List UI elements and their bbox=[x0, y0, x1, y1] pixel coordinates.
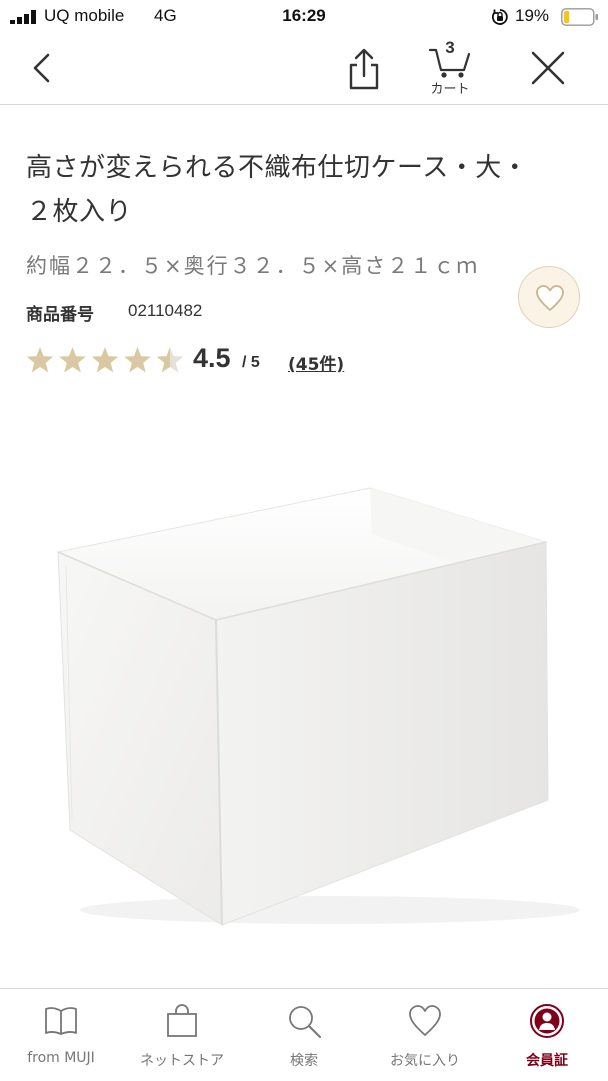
tab-label: 検索 bbox=[290, 1053, 318, 1069]
tab-search[interactable]: 検索 bbox=[243, 989, 365, 1081]
product-number: 02110482 bbox=[128, 301, 203, 320]
rating-stars bbox=[26, 347, 184, 373]
cart-button[interactable]: 3 カート bbox=[420, 36, 480, 100]
member-card-icon bbox=[530, 1004, 564, 1038]
tab-label: from MUJI bbox=[27, 1050, 95, 1066]
close-button[interactable] bbox=[526, 46, 570, 90]
star-icon bbox=[59, 347, 86, 373]
battery-percent: 19% bbox=[515, 6, 550, 25]
cart-label: カート bbox=[430, 81, 470, 96]
tab-from-muji[interactable]: from MUJI bbox=[0, 989, 122, 1081]
heart-icon bbox=[409, 1005, 441, 1036]
review-count-link[interactable]: (45件) bbox=[288, 350, 344, 375]
cart-count-badge: 3 bbox=[445, 38, 455, 57]
share-icon bbox=[349, 48, 379, 90]
product-title-line: 高さが変えられる不織布仕切ケース・大・ bbox=[26, 153, 529, 183]
product-size: 約幅２２．５×奥行３２．５×高さ２１ｃｍ bbox=[26, 254, 480, 278]
close-icon bbox=[531, 51, 565, 85]
product-image[interactable] bbox=[30, 470, 590, 940]
shopping-bag-icon bbox=[167, 1004, 197, 1037]
product-title: 高さが変えられる不織布仕切ケース・大・ ２枚入り bbox=[26, 146, 586, 234]
star-icon bbox=[26, 347, 54, 373]
tab-bar: from MUJI ネットストア 検索 お気に入り 会員証 bbox=[0, 988, 608, 1081]
product-number-label: 商品番号 bbox=[26, 305, 94, 325]
star-icon bbox=[156, 347, 184, 373]
battery-icon bbox=[561, 8, 598, 26]
nav-bar: 3 カート bbox=[0, 34, 608, 105]
tab-label: ネットストア bbox=[140, 1053, 224, 1069]
orientation-lock-icon bbox=[491, 9, 508, 25]
tab-favorites[interactable]: お気に入り bbox=[364, 989, 486, 1081]
search-icon bbox=[289, 1006, 321, 1038]
tab-member-card[interactable]: 会員証 bbox=[486, 989, 608, 1081]
star-icon bbox=[124, 347, 151, 373]
book-icon bbox=[45, 1007, 77, 1035]
share-button[interactable] bbox=[342, 46, 386, 94]
tab-net-store[interactable]: ネットストア bbox=[121, 989, 243, 1081]
chevron-left-icon bbox=[33, 53, 50, 83]
heart-icon bbox=[536, 285, 564, 311]
status-bar: UQ mobile 4G 16:29 19% bbox=[0, 0, 608, 34]
product-title-line: ２枚入り bbox=[26, 197, 133, 227]
tab-label: お気に入り bbox=[390, 1053, 460, 1069]
rating-max: / 5 bbox=[242, 354, 260, 371]
tab-label: 会員証 bbox=[526, 1053, 568, 1069]
back-button[interactable] bbox=[22, 46, 66, 90]
star-icon bbox=[91, 347, 119, 373]
favorite-button[interactable] bbox=[518, 266, 580, 328]
rating-value: 4.5 bbox=[193, 343, 231, 373]
